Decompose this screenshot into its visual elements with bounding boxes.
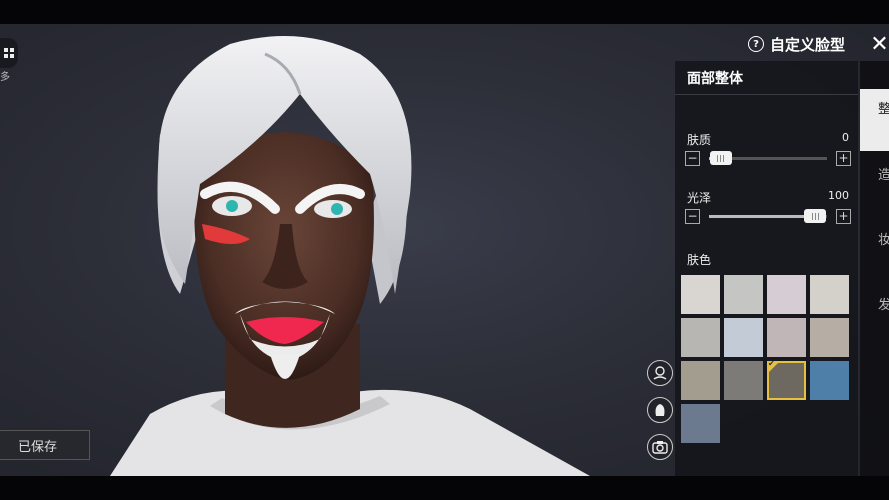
left-menu-label: 多	[0, 72, 10, 83]
page-title-text: 自定义脸型	[770, 35, 846, 54]
skin-color-swatch[interactable]	[724, 361, 763, 400]
left-menu-button[interactable]	[0, 38, 18, 68]
skin-color-swatch[interactable]	[810, 275, 849, 314]
skin-color-swatch[interactable]	[724, 275, 763, 314]
saved-button[interactable]: 已保存	[0, 430, 90, 460]
skin-color-swatch[interactable]: ✔	[767, 359, 806, 400]
skin-color-grid: ✔	[681, 275, 853, 443]
slider-track[interactable]	[709, 209, 827, 223]
skin-color-swatch[interactable]	[681, 361, 720, 400]
face-rotate-button[interactable]	[647, 360, 673, 386]
slider-label: 光泽	[687, 191, 712, 205]
skin-color-label: 肤色	[687, 253, 712, 267]
skin-color-swatch[interactable]	[767, 275, 806, 314]
head-outline-button[interactable]	[647, 397, 673, 423]
head-outline-icon	[655, 404, 665, 416]
character-render	[110, 36, 590, 476]
slider-label: 肤质	[687, 133, 712, 147]
face-rotate-icon	[653, 366, 667, 380]
category-tabs: 整体 造型 妆容 发型	[860, 61, 889, 476]
skin-color-swatch[interactable]	[724, 318, 763, 357]
grid-icon	[4, 48, 14, 58]
tab-hair[interactable]: 发型	[860, 291, 889, 341]
slider-thumb[interactable]	[709, 151, 732, 165]
camera-icon	[652, 441, 668, 454]
minus-button[interactable]: −	[685, 151, 700, 166]
slider-value: 0	[842, 131, 849, 144]
slider-fill	[709, 215, 816, 218]
close-button[interactable]: ✕	[870, 32, 889, 56]
skin-color-swatch[interactable]	[767, 318, 806, 357]
skin-color-swatch[interactable]	[681, 318, 720, 357]
panel-section-title: 面部整体	[675, 61, 858, 95]
customization-panel: 面部整体 肤质 0 − + 光泽 100 − + 肤色 ✔	[675, 61, 858, 476]
tab-makeup[interactable]: 妆容	[860, 226, 889, 276]
skin-color-swatch[interactable]	[810, 361, 849, 400]
letterbox-top	[0, 0, 889, 24]
page-title: ? 自定义脸型	[748, 34, 845, 54]
skin-color-swatch[interactable]	[681, 404, 720, 443]
plus-button[interactable]: +	[836, 209, 851, 224]
letterbox-bottom	[0, 476, 889, 500]
check-mark: ✔	[768, 359, 775, 368]
character-viewport[interactable]: 多 已保存 ? 自定义脸型 ✕ 面部整体 肤质 0 − + 光泽 100 − +	[0, 24, 889, 476]
camera-button[interactable]	[647, 434, 673, 460]
skin-color-swatch[interactable]	[810, 318, 849, 357]
slider-track[interactable]	[709, 151, 827, 165]
tab-shape[interactable]: 造型	[860, 161, 889, 211]
slider-value: 100	[828, 189, 849, 202]
skin-color-swatch[interactable]	[681, 275, 720, 314]
help-icon[interactable]: ?	[748, 36, 764, 52]
slider-thumb[interactable]	[804, 209, 827, 223]
plus-button[interactable]: +	[836, 151, 851, 166]
tab-overall[interactable]: 整体	[860, 89, 889, 151]
minus-button[interactable]: −	[685, 209, 700, 224]
